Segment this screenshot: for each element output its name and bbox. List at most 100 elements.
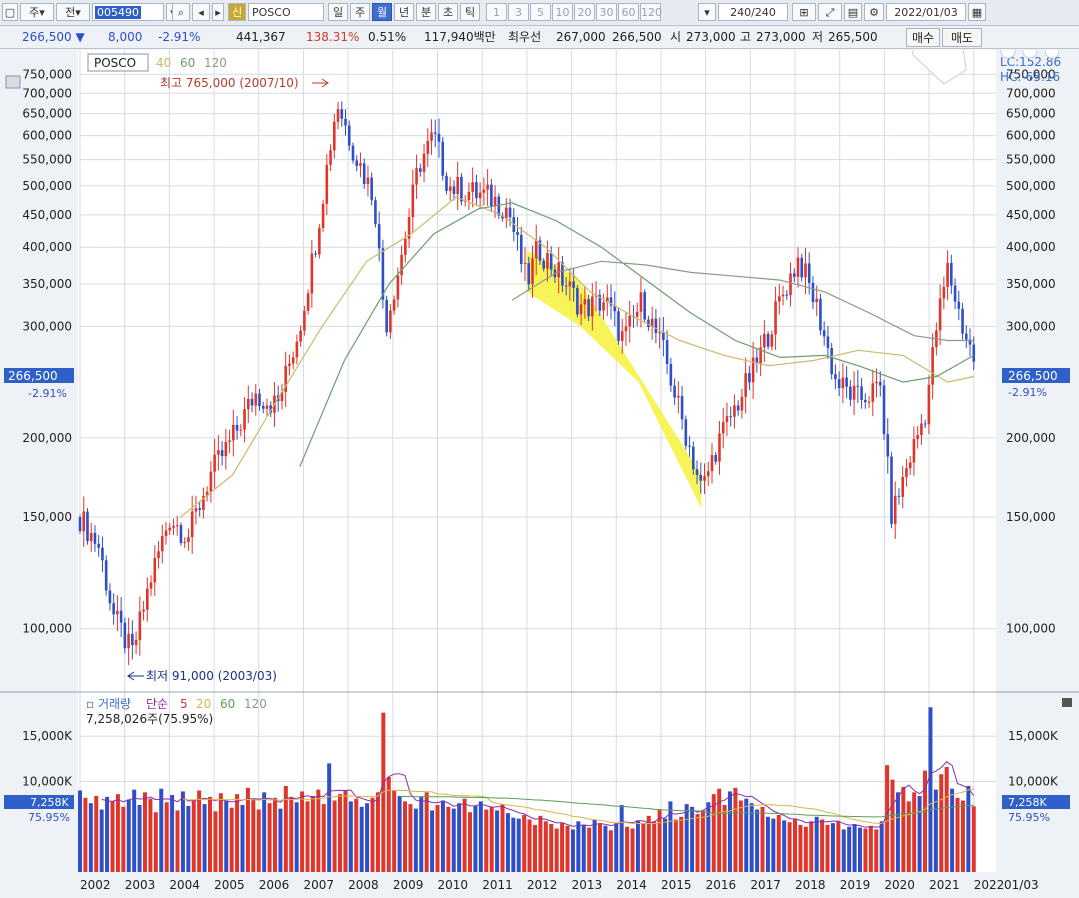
window-menu-icon[interactable]: ▢ (2, 3, 18, 21)
volume-bar (359, 806, 364, 872)
period-tab-0[interactable]: 일 (328, 3, 348, 21)
legend-ma120[interactable]: 120 (204, 56, 227, 70)
candle-body (419, 168, 422, 172)
step-button-1[interactable]: 1 (486, 3, 507, 21)
volume-bar (300, 791, 305, 872)
candle-body (778, 296, 781, 302)
date-field[interactable]: 2022/01/03 (886, 3, 966, 21)
candle-body (138, 611, 142, 640)
step-button-10[interactable]: 10 (552, 3, 573, 21)
volume-bar (267, 803, 272, 872)
candle-body (688, 445, 691, 447)
vol-legend-20[interactable]: 20 (196, 697, 211, 711)
price-change: 8,000 (108, 30, 143, 44)
step-button-20[interactable]: 20 (574, 3, 595, 21)
sell-button[interactable]: 매도 (942, 28, 982, 47)
pane-options-icon[interactable] (1062, 698, 1072, 707)
vol-legend-60[interactable]: 60 (220, 697, 235, 711)
period-tab-2[interactable]: 월 (372, 3, 392, 21)
volume-bar (570, 829, 575, 872)
legend-toggle-icon[interactable] (5, 75, 21, 89)
vol-legend-simple[interactable]: 단순 (146, 697, 168, 711)
zoom-icon[interactable]: ⤢ (818, 3, 842, 21)
x-tick-label: 2010 (438, 878, 469, 892)
candle-body (669, 363, 673, 386)
count-display[interactable]: 240/240 (718, 3, 788, 21)
chart-type-icon[interactable]: ⊞ (792, 3, 816, 21)
candle-body (239, 429, 243, 431)
volume-bar (245, 787, 250, 872)
legend-ma60[interactable]: 60 (180, 56, 195, 70)
price-change-pct: -2.91% (158, 30, 201, 44)
candle-body (901, 476, 905, 497)
market-select[interactable]: 주▾ (20, 3, 54, 21)
step-button-60[interactable]: 60 (618, 3, 639, 21)
period-select[interactable]: 전▾ (56, 3, 90, 21)
candle-body (448, 186, 452, 191)
volume-bar (419, 796, 424, 872)
price-tick-left: 350,000 (22, 277, 72, 291)
step-button-3[interactable]: 3 (508, 3, 529, 21)
legend-ma40[interactable]: 40 (156, 56, 171, 70)
volume-bar (755, 809, 760, 872)
candle-body (97, 543, 100, 548)
step-button-5[interactable]: 5 (530, 3, 551, 21)
period-tab-3[interactable]: 년 (394, 3, 414, 21)
calendar-icon[interactable]: ▦ (968, 3, 986, 21)
best-ask-label: 최우선 (508, 30, 542, 44)
speaker-icon[interactable]: ◂ (192, 3, 210, 21)
period-tab-5[interactable]: 초 (438, 3, 458, 21)
stock-name-field[interactable]: POSCO (248, 3, 324, 21)
candle-body (127, 633, 130, 649)
candle-body (864, 399, 867, 403)
open-label: 시 (670, 30, 682, 44)
save-icon[interactable]: ▤ (844, 3, 862, 21)
volume-bar (944, 766, 949, 872)
candle-body (819, 298, 822, 331)
period-tab-6[interactable]: 틱 (460, 3, 480, 21)
candle-body (673, 385, 676, 398)
volume-bar (413, 808, 418, 872)
x-tick-label: 2022 (974, 878, 1005, 892)
step-button-30[interactable]: 30 (596, 3, 617, 21)
candle-body (654, 318, 658, 334)
volume-bar (191, 799, 196, 872)
volume-bar (787, 822, 792, 872)
vol-legend-5[interactable]: 5 (180, 697, 188, 711)
stock-type-badge: 신 (228, 3, 246, 21)
search-icon[interactable]: ⌕ (172, 3, 190, 21)
step-dropdown-icon[interactable]: ▾ (698, 3, 716, 21)
volume-bar (901, 786, 906, 872)
volume-bar (478, 801, 483, 872)
volume-bar (765, 816, 770, 872)
candle-body (131, 633, 134, 646)
volume-bar (99, 809, 104, 872)
candle-body (546, 253, 549, 269)
volume-bar (538, 815, 543, 872)
volume-bar (803, 826, 808, 872)
x-tick-label: 2011 (482, 878, 513, 892)
candle-body (587, 299, 590, 317)
vol-legend-120[interactable]: 120 (244, 697, 267, 711)
nav-arrow-icon[interactable]: ▸ (212, 3, 224, 21)
volume-bar (841, 829, 846, 872)
volume-tick-left: 15,000K (22, 729, 73, 743)
gear-icon[interactable]: ⚙ (864, 3, 884, 21)
candle-body (871, 383, 875, 402)
volume-bar (159, 788, 164, 872)
period-tab-1[interactable]: 주 (350, 3, 370, 21)
volume-bar (83, 797, 88, 872)
step-button-120[interactable]: 120 (640, 3, 662, 21)
candle-body (243, 409, 246, 430)
volume-bar (543, 821, 548, 872)
candle-body (534, 240, 538, 259)
more-options-icon[interactable] (1000, 50, 1060, 59)
stock-chart[interactable]: 750,000 750,000700,000 700,000650,000 650,0… (0, 50, 1079, 898)
candle-body (792, 273, 796, 277)
right-volume-pct: 75.95% (1008, 811, 1050, 824)
period-tab-4[interactable]: 분 (416, 3, 436, 21)
stock-code-input[interactable]: 005490 (92, 3, 164, 21)
volume-bar (554, 828, 559, 872)
volume-bar (446, 806, 451, 872)
buy-button[interactable]: 매수 (906, 28, 940, 47)
